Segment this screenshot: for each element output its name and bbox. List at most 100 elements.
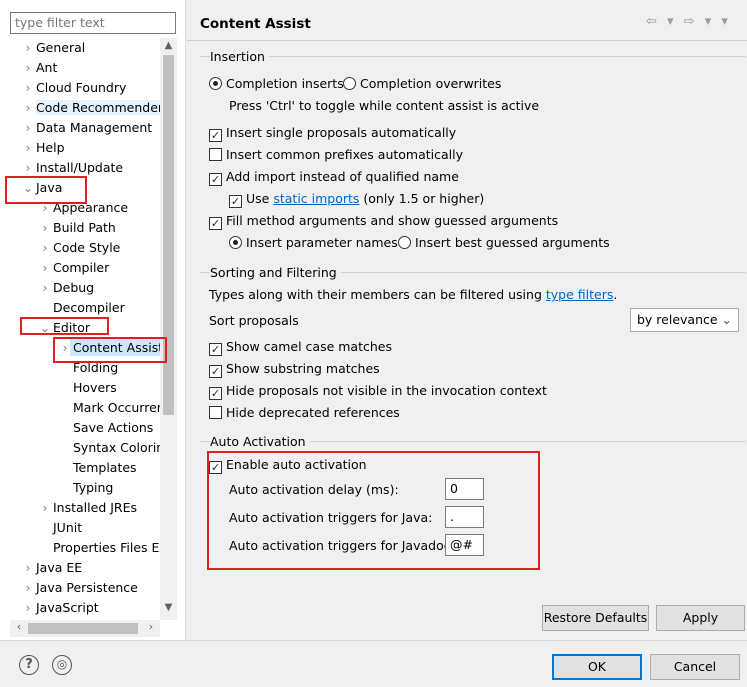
checkmark-icon: ✓ [229,195,242,208]
checkbox-empty-icon [209,406,222,419]
tree-item-label: Cloud Foundry [36,80,127,95]
chevron-right-icon[interactable]: › [37,258,53,278]
delay-label: Auto activation delay (ms): [229,482,399,497]
chevron-right-icon[interactable]: › [20,158,36,178]
chevron-right-icon[interactable]: › [20,138,36,158]
chevron-right-icon[interactable]: › [20,578,36,598]
common-prefixes-checkbox[interactable]: Insert common prefixes automatically [209,146,463,164]
scroll-down-icon[interactable]: ▼ [160,602,177,616]
static-imports-checkbox[interactable]: ✓ Use static imports (only 1.5 or higher) [229,190,484,208]
parameter-names-radio[interactable]: Insert parameter names [229,234,398,252]
scroll-left-icon[interactable]: ‹ [12,620,26,637]
checkmark-icon: ✓ [209,343,222,356]
tree-item[interactable]: › Compiler [37,258,110,278]
tree-item[interactable]: › Build Path [37,218,116,238]
sort-proposals-label: Sort proposals [209,313,299,328]
add-import-checkbox[interactable]: ✓ Add import instead of qualified name [209,168,459,186]
tree-item[interactable]: › JavaScript [20,598,99,618]
filter-input[interactable]: type filter text [10,12,176,34]
tree-item-label: General [36,40,86,55]
static-imports-link[interactable]: static imports [273,191,359,206]
apply-button[interactable]: Apply [656,605,745,631]
tree-item-label: Save Actions [73,420,154,435]
ok-button[interactable]: OK [552,654,642,680]
tree-item[interactable]: Properties Files Ed [37,538,167,558]
chevron-right-icon[interactable]: › [20,98,36,118]
radio-icon [343,77,356,90]
hide-invisible-checkbox[interactable]: ✓ Hide proposals not visible in the invoc… [209,382,547,400]
type-filters-link[interactable]: type filters [546,287,614,302]
tree-item[interactable]: › Ant [20,58,58,78]
completion-overwrites-radio[interactable]: Completion overwrites [343,75,501,93]
tree-item[interactable]: › Help [20,138,65,158]
checkmark-icon: ✓ [209,173,222,186]
history-navigation-icons[interactable]: ⇦ ▾ ⇨ ▾ ▾ [646,14,731,29]
highlight-editor [20,317,109,335]
scroll-up-icon[interactable]: ▲ [160,40,177,54]
tree-item[interactable]: › Debug [37,278,95,298]
tree-item[interactable]: Decompiler [37,298,125,318]
tree-item[interactable]: › Installed JREs [37,498,137,518]
tree-item-label: Decompiler [53,300,125,315]
sort-proposals-select[interactable]: by relevance ⌄ [630,308,739,332]
substring-checkbox[interactable]: ✓ Show substring matches [209,360,380,378]
tree-item-label: Ant [36,60,58,75]
tree-horizontal-scroll-thumb[interactable] [28,623,138,634]
tree-item-label: Templates [73,460,137,475]
tree-item[interactable]: Mark Occurren [57,398,165,418]
radio-icon [398,236,411,249]
fill-arguments-checkbox[interactable]: ✓ Fill method arguments and show guessed … [209,212,558,230]
tree-item-label: Code Style [53,240,121,255]
checkmark-icon: ✓ [209,129,222,142]
tree-item[interactable]: › Java EE [20,558,83,578]
page-title: Content Assist [200,16,311,32]
chevron-right-icon[interactable]: › [37,278,53,298]
best-guessed-radio[interactable]: Insert best guessed arguments [398,234,610,252]
camel-case-checkbox[interactable]: ✓ Show camel case matches [209,338,392,356]
tree-item[interactable]: Save Actions [57,418,153,438]
tree-item[interactable]: › Code Recommenders [20,98,170,118]
tree-item-label: Properties Files Ed [53,540,168,555]
tree-item[interactable]: › Install/Update [20,158,124,178]
chevron-right-icon[interactable]: › [20,58,36,78]
tree-item[interactable]: Typing [57,478,113,498]
chevron-right-icon[interactable]: › [20,78,36,98]
hide-deprecated-checkbox[interactable]: Hide deprecated references [209,404,400,422]
tree-item[interactable]: Syntax Coloring [57,438,172,458]
tree-item[interactable]: › Code Style [37,238,121,258]
tree-item[interactable]: Templates [57,458,137,478]
chevron-right-icon[interactable]: › [37,238,53,258]
completion-inserts-radio[interactable]: Completion inserts [209,75,344,93]
tree-item[interactable]: › Data Management [20,118,153,138]
tree-item[interactable]: › Java Persistence [20,578,138,598]
tree-item[interactable]: Hovers [57,378,117,398]
single-proposals-checkbox[interactable]: ✓ Insert single proposals automatically [209,124,456,142]
checkbox-empty-icon [209,148,222,161]
scroll-right-icon[interactable]: › [144,620,158,637]
chevron-right-icon[interactable]: › [20,38,36,58]
enable-auto-activation-checkbox[interactable]: ✓ Enable auto activation [209,456,367,474]
javadoc-triggers-input[interactable]: @# [445,534,484,556]
chevron-right-icon[interactable]: › [20,598,36,618]
tree-item[interactable]: JUnit [37,518,82,538]
delay-input[interactable]: 0 [445,478,484,500]
tree-item-label: Hovers [73,380,117,395]
restore-defaults-button[interactable]: Restore Defaults [542,605,649,631]
checkmark-icon: ✓ [209,365,222,378]
chevron-right-icon[interactable]: › [37,498,53,518]
sorting-group-label: Sorting and Filtering [210,265,341,280]
link-icon[interactable]: ◎ [52,655,72,675]
java-triggers-input[interactable]: . [445,506,484,528]
tree-item-label: Java Persistence [36,580,138,595]
chevron-right-icon[interactable]: › [37,218,53,238]
help-icon[interactable]: ? [19,655,39,675]
chevron-right-icon[interactable]: › [20,118,36,138]
cancel-button[interactable]: Cancel [650,654,740,680]
tree-item-label: JUnit [53,520,83,535]
chevron-down-icon: ⌄ [721,312,732,327]
tree-item[interactable]: › General [20,38,86,58]
highlight-content-assist [53,337,167,363]
tree-item[interactable]: › Cloud Foundry [20,78,127,98]
chevron-right-icon[interactable]: › [20,558,36,578]
tree-item-label: Data Management [36,120,153,135]
